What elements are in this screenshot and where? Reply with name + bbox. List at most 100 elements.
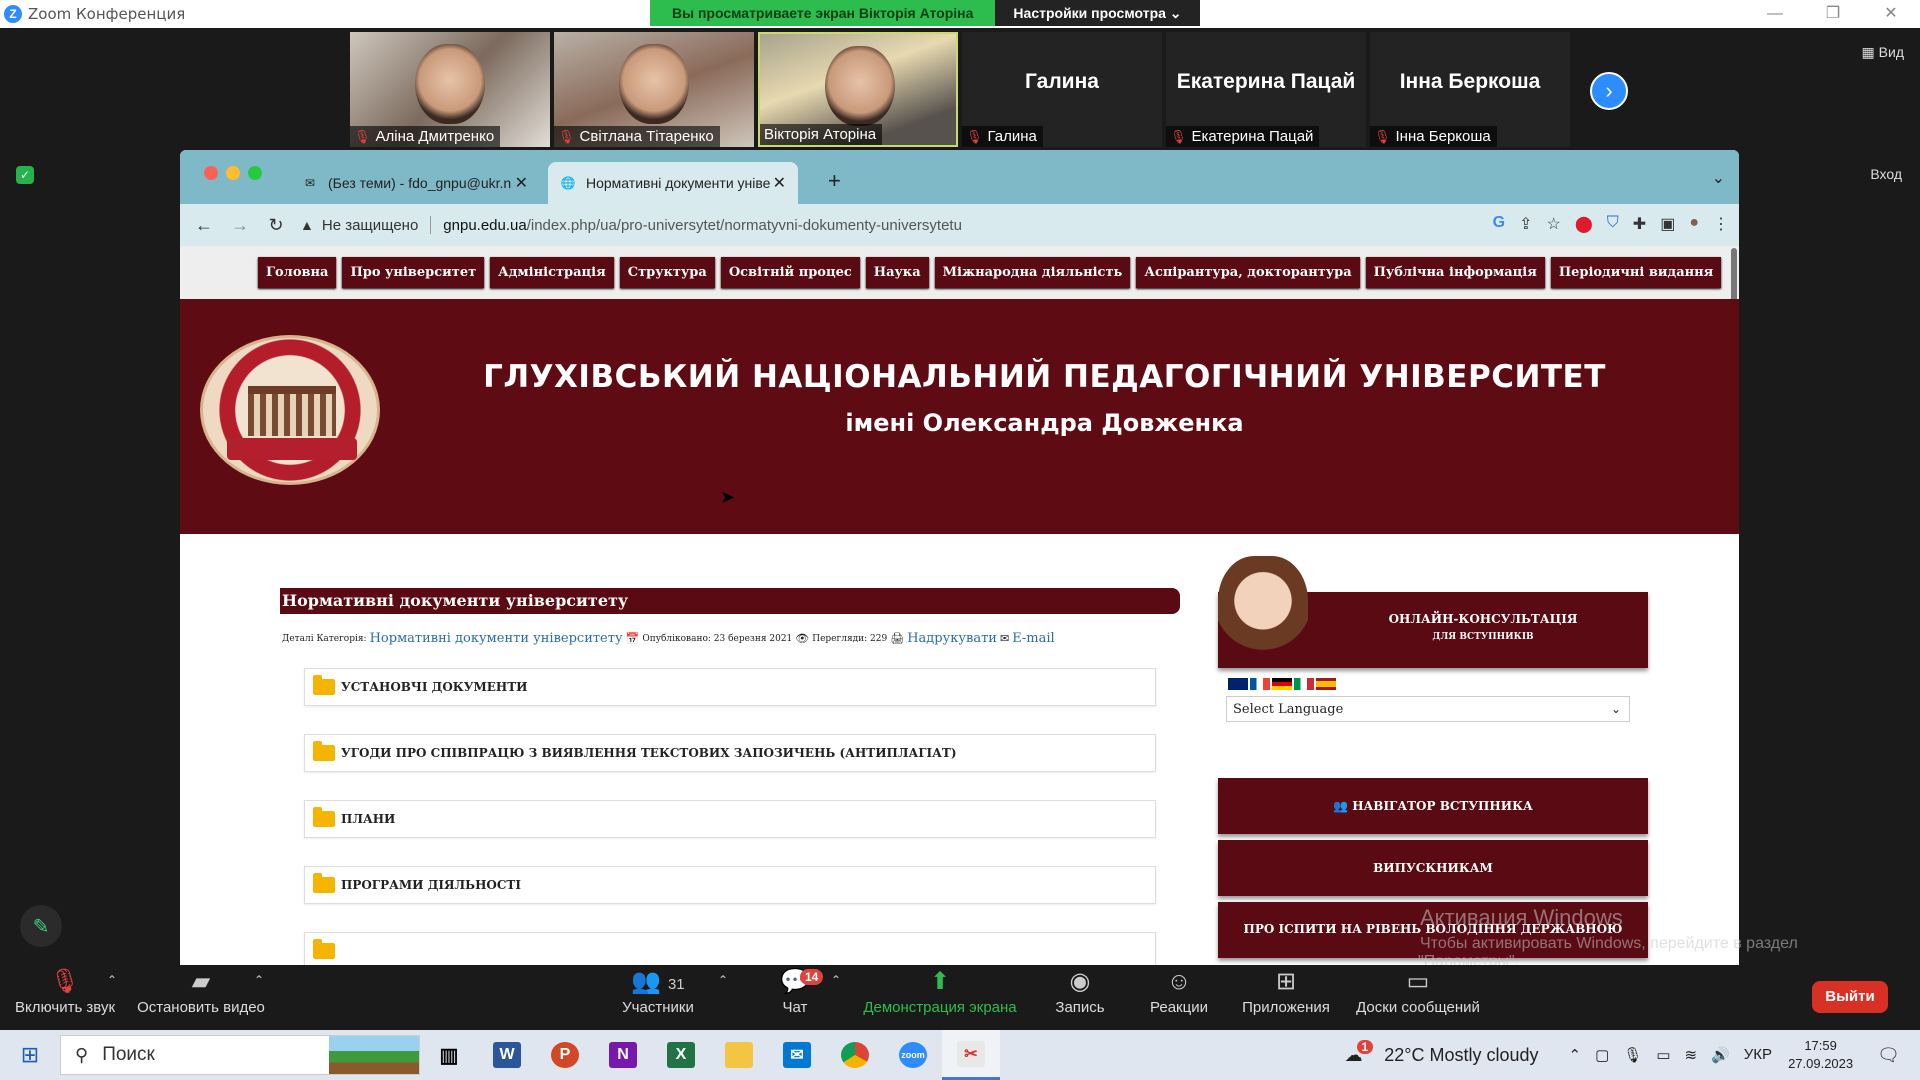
nav-item-public-info[interactable]: Публічна інформація (1365, 257, 1545, 288)
print-link[interactable]: Надрукувати (907, 631, 997, 646)
participant-tile[interactable]: Екатерина Пацай 🎙 Екатерина Пацай (1166, 32, 1366, 147)
chat-options-caret-icon[interactable]: ⌃ (831, 973, 841, 987)
category-item-partial[interactable] (304, 932, 1156, 965)
participant-tile[interactable]: Галина 🎙 Галина (962, 32, 1162, 147)
category-item-programs[interactable]: ПРОГРАМИ ДІЯЛЬНОСТІ (304, 866, 1156, 904)
mac-maximize-icon[interactable] (248, 166, 262, 180)
flag-de-icon[interactable] (1272, 678, 1292, 690)
browser-tab-documents[interactable]: 🌐 Нормативні документи уніве ✕ (548, 162, 798, 204)
reactions-button[interactable]: ☺ Реакции (1144, 965, 1214, 1029)
category-item-plans[interactable]: ПЛАНИ (304, 800, 1156, 838)
opera-icon[interactable]: ⬤ (1575, 214, 1593, 234)
weather-widget[interactable]: ☁1 22°C Mostly cloudy (1345, 1039, 1539, 1066)
google-icon[interactable]: G (1493, 214, 1505, 234)
taskbar-clock[interactable]: 17:59 27.09.2023 (1788, 1037, 1853, 1073)
online-consultation-banner[interactable]: ОНЛАЙН-КОНСУЛЬТАЦІЯ ДЛЯ ВСТУПНИКІВ (1218, 556, 1648, 668)
minimize-icon[interactable]: — (1746, 0, 1804, 28)
onenote-app-icon[interactable]: N (594, 1030, 652, 1080)
flag-uk-icon[interactable] (1228, 678, 1248, 690)
next-participants-arrow-icon[interactable]: › (1590, 72, 1628, 110)
users-icon: 👥 (1333, 799, 1349, 813)
reload-icon[interactable]: ↻ (258, 215, 294, 236)
annotate-pencil-icon[interactable]: ✎ (20, 905, 62, 947)
microphone-icon[interactable]: 🎙 (1623, 1046, 1642, 1064)
extensions-puzzle-icon[interactable]: ✚ (1633, 214, 1646, 234)
show-hidden-icons-caret-icon[interactable]: ⌃ (1569, 1046, 1582, 1064)
profile-avatar-icon[interactable]: ● (1689, 214, 1699, 234)
whiteboards-button[interactable]: ▭ Доски сообщений (1350, 965, 1486, 1029)
battery-icon[interactable]: ▭ (1656, 1046, 1670, 1064)
nav-item-postgraduate[interactable]: Аспірантура, докторантура (1136, 257, 1360, 288)
tab-list-chevron-icon[interactable]: ⌄ (1712, 168, 1725, 188)
view-button[interactable]: ▦ Вид (1862, 44, 1904, 61)
mac-close-icon[interactable] (204, 166, 218, 180)
sidepanel-icon[interactable]: ▣ (1660, 214, 1675, 234)
participant-tile-active-speaker[interactable]: Вікторія Аторіна (758, 32, 958, 147)
more-menu-icon[interactable]: ⋮ (1713, 214, 1729, 234)
zoom-app-icon[interactable]: zoom (884, 1030, 942, 1080)
meet-now-icon[interactable]: ▢ (1595, 1046, 1609, 1064)
enter-button[interactable]: Вход (1870, 166, 1902, 182)
file-explorer-icon[interactable] (710, 1030, 768, 1080)
view-settings-button[interactable]: Настройки просмотра ⌄ (995, 0, 1200, 26)
back-arrow-icon[interactable]: ← (186, 215, 222, 236)
forward-arrow-icon[interactable]: → (222, 215, 258, 236)
warning-triangle-icon[interactable]: ▲ (300, 217, 314, 233)
leave-meeting-button[interactable]: Выйти (1812, 981, 1888, 1013)
windows-start-icon[interactable]: ⊞ (0, 1042, 60, 1068)
input-language[interactable]: УКР (1744, 1046, 1772, 1064)
powerpoint-app-icon[interactable]: P (536, 1030, 594, 1080)
restore-icon[interactable]: ❐ (1804, 0, 1862, 28)
video-options-caret-icon[interactable]: ⌃ (254, 973, 264, 987)
wifi-icon[interactable]: ≋ (1685, 1046, 1698, 1064)
word-app-icon[interactable]: W (478, 1030, 536, 1080)
bookmark-star-icon[interactable]: ☆ (1547, 214, 1561, 234)
language-select[interactable]: Select Language ⌄ (1226, 696, 1630, 722)
graduates-button[interactable]: ВИПУСКНИКАМ (1218, 840, 1648, 896)
close-icon[interactable]: ✕ (1862, 0, 1920, 28)
participant-tile[interactable]: Інна Беркоша 🎙 Інна Беркоша (1370, 32, 1570, 147)
meta-category-link[interactable]: Нормативні документи університету (370, 631, 623, 646)
task-view-icon[interactable]: ▥ (420, 1030, 478, 1080)
nav-item-education[interactable]: Освітній процес (720, 257, 860, 288)
applicant-navigator-button[interactable]: 👥 НАВІГАТОР ВСТУПНИКА (1218, 778, 1648, 834)
participant-tile[interactable]: 🎙 Аліна Дмитренко (350, 32, 550, 147)
email-link[interactable]: E-mail (1012, 631, 1055, 646)
tab-close-icon[interactable]: ✕ (515, 173, 528, 193)
nav-item-periodicals[interactable]: Періодичні видання (1550, 257, 1722, 288)
category-item-founding-docs[interactable]: УСТАНОВЧІ ДОКУМЕНТИ (304, 668, 1156, 706)
new-tab-plus-icon[interactable]: + (828, 168, 841, 194)
nav-item-structure[interactable]: Структура (619, 257, 715, 288)
speaker-icon[interactable]: 🔊 (1711, 1046, 1730, 1064)
security-shield-icon[interactable]: ✓ (16, 166, 34, 184)
notifications-icon[interactable]: 🗨 (1877, 1045, 1900, 1066)
taskbar-search-input[interactable]: ⚲ Поиск (60, 1035, 420, 1075)
audio-options-caret-icon[interactable]: ⌃ (107, 973, 117, 987)
nav-item-administration[interactable]: Адміністрація (490, 257, 614, 288)
nav-item-about[interactable]: Про університет (342, 257, 485, 288)
tab-close-icon[interactable]: ✕ (773, 173, 786, 193)
share-screen-button[interactable]: ⬆ Демонстрация экрана (860, 965, 1020, 1029)
nav-item-home[interactable]: Головна (258, 257, 337, 288)
participants-button[interactable]: 👥 31 Участники (612, 965, 704, 1029)
excel-app-icon[interactable]: X (652, 1030, 710, 1080)
category-item-antiplagiarism[interactable]: УГОДИ ПРО СПІВПРАЦЮ З ВИЯВЛЕННЯ ТЕКСТОВИ… (304, 734, 1156, 772)
participants-options-caret-icon[interactable]: ⌃ (718, 973, 728, 987)
chrome-app-icon[interactable] (826, 1030, 884, 1080)
share-icon[interactable]: ⇪ (1519, 214, 1532, 234)
unmute-button[interactable]: 🎙 Включить звук (10, 965, 120, 1029)
apps-button[interactable]: ⊞ Приложения (1236, 965, 1336, 1029)
nav-item-international[interactable]: Міжнародна діяльність (934, 257, 1131, 288)
flag-fr-icon[interactable] (1250, 678, 1270, 690)
flag-it-icon[interactable] (1294, 678, 1314, 690)
snipping-tool-icon[interactable]: ✂ (942, 1030, 1000, 1080)
participant-tile[interactable]: 🎙 Світлана Тітаренко (554, 32, 754, 147)
record-button[interactable]: ◉ Запись (1048, 965, 1112, 1029)
browser-tab-email[interactable]: ✉ (Без теми) - fdo_gnpu@ukr.n ✕ (290, 162, 540, 204)
nav-item-science[interactable]: Наука (865, 257, 929, 288)
vpn-shield-icon[interactable]: ⛉ (1607, 214, 1619, 234)
stop-video-button[interactable]: ▰ Остановить видео (136, 965, 266, 1029)
mail-app-icon[interactable]: ✉ (768, 1030, 826, 1080)
mac-minimize-icon[interactable] (226, 166, 240, 180)
flag-es-icon[interactable] (1316, 678, 1336, 690)
